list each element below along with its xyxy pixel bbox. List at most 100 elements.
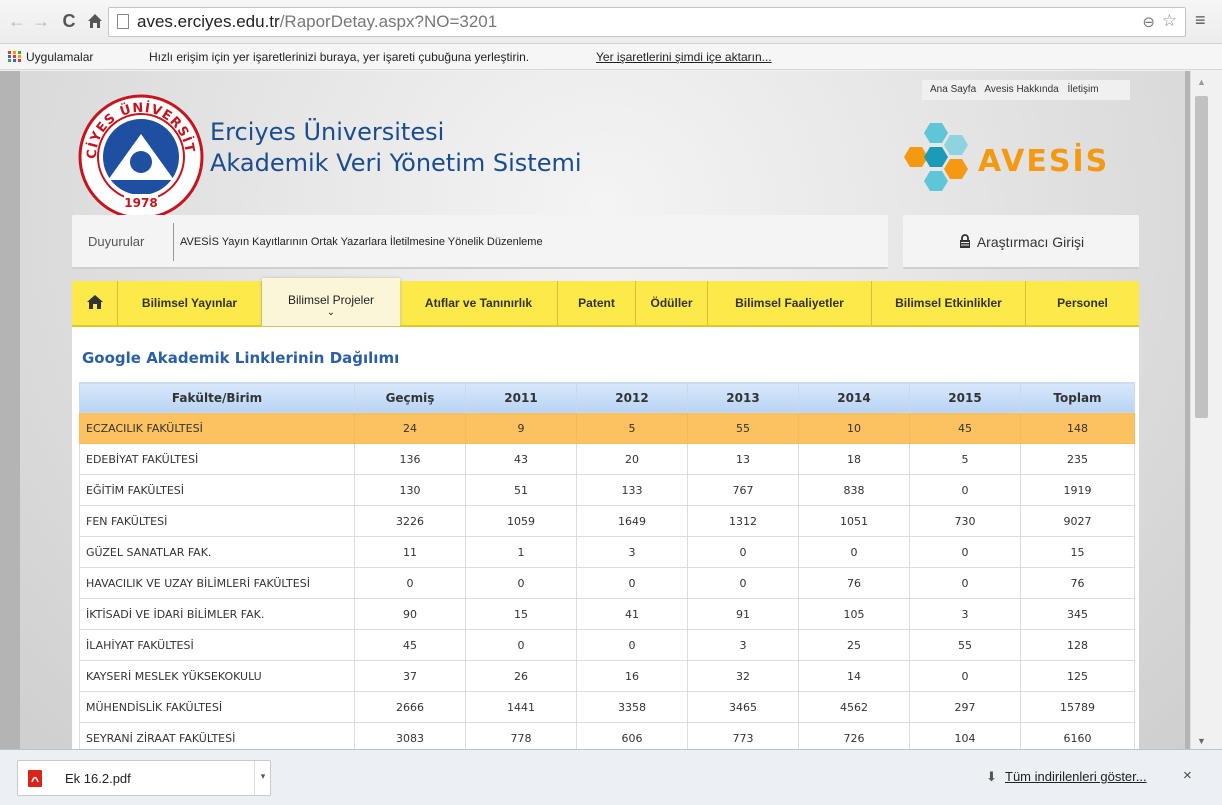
count-cell: 51 xyxy=(465,474,577,506)
count-cell: 45 xyxy=(354,629,466,661)
vertical-scrollbar[interactable]: ▲ ▼ xyxy=(1190,71,1212,749)
count-cell: 0 xyxy=(465,567,577,599)
scroll-down-arrow-icon[interactable]: ▼ xyxy=(1197,736,1206,746)
count-cell: 5 xyxy=(909,443,1021,475)
table-row[interactable]: SEYRANİ ZİRAAT FAKÜLTESİ 3083 778 606 773 726… xyxy=(79,722,1135,749)
faculty-name-cell: EDEBİYAT FAKÜLTESİ xyxy=(79,443,355,475)
site-title[interactable]: Erciyes Üniversitesi Akademik Veri Yönet… xyxy=(210,117,582,179)
avesis-logo[interactable]: AVESİS xyxy=(902,121,1134,191)
count-cell: 136 xyxy=(354,443,466,475)
count-cell: 0 xyxy=(909,474,1021,506)
count-cell: 45 xyxy=(909,412,1021,444)
count-cell: 15 xyxy=(465,598,577,630)
announcement-bar: Duyurular AVESİS Yayın Kayıtlarının Orta… xyxy=(72,215,888,269)
count-cell: 24 xyxy=(354,412,466,444)
svg-text:AVESİS: AVESİS xyxy=(978,143,1109,179)
home-link[interactable]: Ana Sayfa xyxy=(930,84,976,95)
nav-item-bilimsel-projeler[interactable]: Bilimsel Projeler ⌄ xyxy=(262,278,400,326)
scrollbar-thumb[interactable] xyxy=(1195,96,1208,418)
lock-icon xyxy=(958,216,972,248)
nav-item-bilimsel-etkinlikler[interactable]: Bilimsel Etkinlikler xyxy=(872,281,1026,325)
announcement-divider xyxy=(173,223,174,261)
menu-icon[interactable]: ≡ xyxy=(1195,10,1206,31)
count-cell: 3465 xyxy=(687,691,799,723)
zoom-icon[interactable]: ⊖ xyxy=(1142,13,1155,31)
count-cell: 10 xyxy=(798,412,910,444)
home-icon[interactable] xyxy=(84,10,106,32)
bookmark-star-icon[interactable]: ☆ xyxy=(1162,11,1177,31)
close-downloads-icon[interactable]: × xyxy=(1183,767,1192,784)
count-cell: 606 xyxy=(576,722,688,749)
main-navigation: Bilimsel Yayınlar Bilimsel Projeler ⌄ At… xyxy=(72,278,1139,327)
table-row[interactable]: FEN FAKÜLTESİ 3226 1059 1649 1312 1051 730 9027 xyxy=(79,505,1135,537)
downloads-bar: Ek 16.2.pdf ▾ ⬇ Tüm indirilenleri göster… xyxy=(0,749,1222,805)
report-content: Google Akademik Linklerinin Dağılımı Fak… xyxy=(72,327,1139,749)
table-row[interactable]: EĞİTİM FAKÜLTESİ 130 51 133 767 838 0 1919 xyxy=(79,474,1135,506)
faculty-name-cell: GÜZEL SANATLAR FAK. xyxy=(79,536,355,568)
url-text[interactable]: aves.erciyes.edu.tr/RaporDetay.aspx?NO=3… xyxy=(137,12,497,32)
nav-home-icon[interactable] xyxy=(72,281,118,325)
count-cell: 0 xyxy=(909,567,1021,599)
count-cell: 0 xyxy=(576,567,688,599)
count-cell: 13 xyxy=(687,443,799,475)
count-cell: 9 xyxy=(465,412,577,444)
count-cell: 15789 xyxy=(1020,691,1135,723)
count-cell: 4562 xyxy=(798,691,910,723)
count-cell: 1441 xyxy=(465,691,577,723)
count-cell: 26 xyxy=(465,660,577,692)
table-row[interactable]: HAVACILIK VE UZAY BİLİMLERİ FAKÜLTESİ 0 0 0… xyxy=(79,567,1135,599)
import-bookmarks-link[interactable]: Yer işaretlerini şimdi içe aktarın... xyxy=(596,44,772,70)
back-arrow-icon[interactable]: ← xyxy=(6,10,28,32)
researcher-login-button[interactable]: Araştırmacı Girişi xyxy=(903,215,1139,269)
nav-item-bilimsel-yayinlar[interactable]: Bilimsel Yayınlar xyxy=(118,281,262,325)
faculty-name-cell: İKTİSADİ VE İDARİ BİLİMLER FAK. xyxy=(79,598,355,630)
nav-item-bilimsel-faaliyetler[interactable]: Bilimsel Faaliyetler xyxy=(708,281,872,325)
report-title: Google Akademik Linklerinin Dağılımı xyxy=(82,349,400,367)
nav-item-atiflar[interactable]: Atıflar ve Tanınırlık xyxy=(400,281,558,325)
table-row[interactable]: GÜZEL SANATLAR FAK. 11 1 3 0 0 0 15 xyxy=(79,536,1135,568)
scroll-up-arrow-icon[interactable]: ▲ xyxy=(1197,77,1206,87)
show-all-downloads-link[interactable]: Tüm indirilenleri göster... xyxy=(1005,769,1147,784)
nav-item-oduller[interactable]: Ödüller xyxy=(636,281,708,325)
nav-item-label: Bilimsel Projeler xyxy=(287,293,375,307)
download-menu-dropdown[interactable]: ▾ xyxy=(254,761,271,795)
download-item[interactable]: Ek 16.2.pdf ▾ xyxy=(17,760,271,796)
nav-item-personel[interactable]: Personel xyxy=(1026,281,1139,325)
faculty-name-cell: MÜHENDİSLİK FAKÜLTESİ xyxy=(79,691,355,723)
table-row[interactable]: EDEBİYAT FAKÜLTESİ 136 43 20 13 18 5 235 xyxy=(79,443,1135,475)
count-cell: 767 xyxy=(687,474,799,506)
nav-item-patent[interactable]: Patent xyxy=(558,281,636,325)
count-cell: 1312 xyxy=(687,505,799,537)
count-cell: 0 xyxy=(798,536,910,568)
address-bar[interactable]: aves.erciyes.edu.tr/RaporDetay.aspx?NO=3… xyxy=(108,7,1186,37)
apps-grid-icon[interactable] xyxy=(8,51,21,63)
table-row[interactable]: MÜHENDİSLİK FAKÜLTESİ 2666 1441 3358 3465 456… xyxy=(79,691,1135,723)
reload-icon[interactable]: C xyxy=(58,10,80,32)
university-seal-logo[interactable]: ERCİYES ÜNİVERSİTESİ 1978 xyxy=(72,82,204,220)
count-cell: 1 xyxy=(465,536,577,568)
column-header: 2013 xyxy=(687,382,799,413)
contact-link[interactable]: İletişim xyxy=(1067,84,1098,95)
count-cell: 105 xyxy=(798,598,910,630)
count-cell: 5 xyxy=(576,412,688,444)
count-cell: 125 xyxy=(1020,660,1135,692)
apps-shortcut[interactable]: Uygulamalar xyxy=(26,44,93,70)
forward-arrow-icon[interactable]: → xyxy=(30,10,52,32)
table-row[interactable]: İLAHİYAT FAKÜLTESİ 45 0 0 3 25 55 128 xyxy=(79,629,1135,661)
count-cell: 0 xyxy=(465,629,577,661)
count-cell: 148 xyxy=(1020,412,1135,444)
count-cell: 130 xyxy=(354,474,466,506)
about-link[interactable]: Avesis Hakkında xyxy=(984,84,1058,95)
table-row[interactable]: KAYSERİ MESLEK YÜKSEKOKULU 37 26 16 32 14 0 125 xyxy=(79,660,1135,692)
faculty-name-cell: HAVACILIK VE UZAY BİLİMLERİ FAKÜLTESİ xyxy=(79,567,355,599)
column-header: Fakülte/Birim xyxy=(79,382,355,413)
count-cell: 76 xyxy=(1020,567,1135,599)
report-table: Fakülte/Birim Geçmiş 2011 2012 2013 2014 2015 T… xyxy=(79,382,1135,749)
count-cell: 16 xyxy=(576,660,688,692)
count-cell: 55 xyxy=(909,629,1021,661)
column-header: 2015 xyxy=(909,382,1021,413)
table-row[interactable]: ECZACILIK FAKÜLTESİ 24 9 5 55 10 45 148 xyxy=(79,412,1135,444)
faculty-name-cell: İLAHİYAT FAKÜLTESİ xyxy=(79,629,355,661)
table-row[interactable]: İKTİSADİ VE İDARİ BİLİMLER FAK. 90 15 41 91 1… xyxy=(79,598,1135,630)
announcement-link[interactable]: AVESİS Yayın Kayıtlarının Ortak Yazarlar… xyxy=(180,236,543,248)
